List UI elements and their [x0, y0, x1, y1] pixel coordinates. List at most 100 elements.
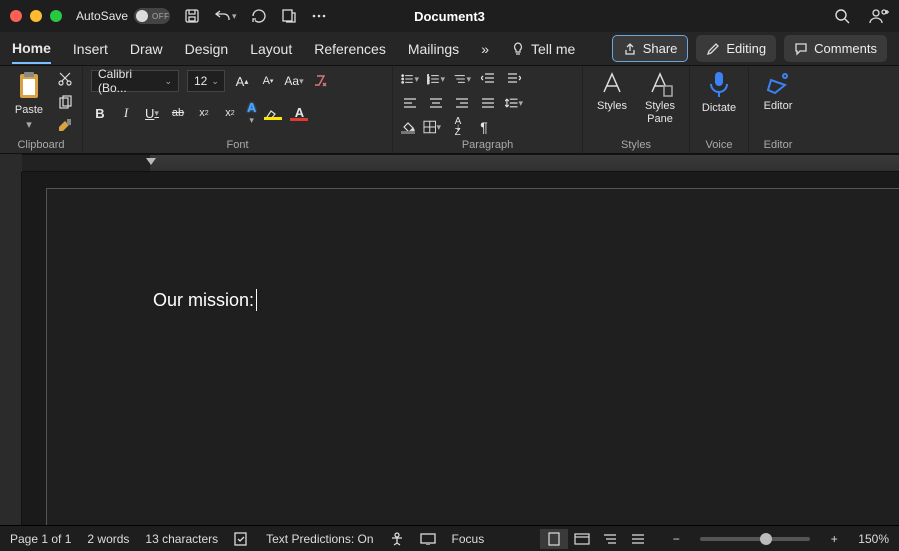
chevron-down-icon: ⌄: [164, 76, 172, 87]
spellcheck-icon[interactable]: [234, 532, 250, 546]
group-label-editor: Editor: [757, 137, 799, 151]
align-justify-icon[interactable]: [479, 94, 497, 112]
page[interactable]: Our mission:: [46, 188, 899, 525]
align-center-icon[interactable]: [427, 94, 445, 112]
text-predictions[interactable]: Text Predictions: On: [266, 532, 373, 546]
share-button[interactable]: Share: [612, 35, 689, 62]
chevron-down-icon: ▾: [26, 119, 32, 132]
page-indicator[interactable]: Page 1 of 1: [10, 532, 71, 546]
tab-design[interactable]: Design: [185, 35, 229, 63]
highlight-button[interactable]: [264, 107, 282, 120]
numbering-icon[interactable]: 123▾: [427, 70, 445, 88]
minimize-window-button[interactable]: [30, 10, 42, 22]
redo-icon[interactable]: [251, 8, 267, 24]
view-mode-buttons: [540, 529, 652, 549]
lightbulb-icon: [511, 42, 525, 56]
word-count[interactable]: 2 words: [87, 532, 129, 546]
indent-decrease-icon[interactable]: [479, 70, 497, 88]
more-icon[interactable]: [311, 8, 327, 24]
copy-icon[interactable]: [56, 94, 74, 112]
format-painter-icon[interactable]: [56, 118, 74, 136]
font-name-select[interactable]: Calibri (Bo...⌄: [91, 70, 179, 92]
window-controls: [10, 10, 62, 22]
font-size-select[interactable]: 12⌄: [187, 70, 225, 92]
strike-button[interactable]: ab: [169, 104, 187, 122]
focus-mode[interactable]: Focus: [452, 532, 485, 546]
char-count[interactable]: 13 characters: [145, 532, 218, 546]
share-people-icon[interactable]: [869, 7, 889, 25]
tab-layout[interactable]: Layout: [250, 35, 292, 63]
close-window-button[interactable]: [10, 10, 22, 22]
search-icon[interactable]: [833, 7, 851, 25]
styles-button[interactable]: Styles: [591, 70, 633, 113]
bullets-icon[interactable]: ▾: [401, 70, 419, 88]
borders-icon[interactable]: ▾: [423, 118, 441, 136]
document-title: Document3: [414, 9, 485, 24]
italic-button[interactable]: I: [117, 104, 135, 122]
editing-mode-button[interactable]: Editing: [696, 35, 776, 62]
editor-button[interactable]: Editor: [757, 70, 799, 113]
tab-references[interactable]: References: [314, 35, 386, 63]
group-label-styles: Styles: [591, 137, 681, 151]
autosave-label: AutoSave: [76, 9, 128, 23]
zoom-window-button[interactable]: [50, 10, 62, 22]
bold-button[interactable]: B: [91, 104, 109, 122]
align-right-icon[interactable]: [453, 94, 471, 112]
grow-font-icon[interactable]: A▴: [233, 72, 251, 90]
paste-button[interactable]: Paste ▾: [8, 70, 50, 131]
zoom-in-button[interactable]: +: [826, 532, 842, 546]
font-size-value: 12: [194, 74, 207, 88]
tab-draw[interactable]: Draw: [130, 35, 163, 63]
font-color-swatch: [290, 118, 308, 121]
change-case-icon[interactable]: Aa▾: [285, 72, 303, 90]
zoom-slider[interactable]: [700, 537, 810, 541]
tab-insert[interactable]: Insert: [73, 35, 108, 63]
tabs-overflow-icon[interactable]: »: [481, 35, 489, 63]
editor-icon: [764, 70, 792, 98]
dictate-button[interactable]: Dictate: [698, 70, 740, 115]
styles-pane-button[interactable]: Styles Pane: [639, 70, 681, 125]
subscript-button[interactable]: x2: [195, 104, 213, 122]
indent-marker-icon[interactable]: [146, 158, 156, 168]
sort-icon[interactable]: AZ↓: [449, 118, 467, 136]
shading-button[interactable]: [401, 121, 415, 134]
pilcrow-icon[interactable]: ¶: [475, 118, 493, 136]
accessibility-icon[interactable]: [390, 532, 404, 546]
font-color-button[interactable]: A: [290, 105, 308, 121]
save-icon[interactable]: [184, 8, 200, 24]
title-bar: AutoSave OFF ▾ Document3: [0, 0, 899, 32]
line-spacing-icon[interactable]: ▾: [505, 94, 523, 112]
undo-icon[interactable]: ▾: [214, 8, 237, 24]
tab-home[interactable]: Home: [12, 34, 51, 64]
styles-pane-label: Styles Pane: [645, 100, 675, 125]
dictate-label: Dictate: [702, 102, 736, 115]
autosave-switch[interactable]: OFF: [134, 8, 170, 24]
share-icon: [623, 42, 637, 56]
multilevel-icon[interactable]: ▾: [453, 70, 471, 88]
align-left-icon[interactable]: [401, 94, 419, 112]
comments-button[interactable]: Comments: [784, 35, 887, 62]
print-layout-view-icon[interactable]: [540, 529, 568, 549]
ruler-vertical[interactable]: [0, 172, 22, 525]
shrink-font-icon[interactable]: A▾: [259, 72, 277, 90]
cut-icon[interactable]: [56, 70, 74, 88]
tell-me[interactable]: Tell me: [511, 35, 575, 63]
draft-view-icon[interactable]: [624, 529, 652, 549]
text-effects-button[interactable]: A▾: [247, 100, 256, 126]
indent-increase-icon[interactable]: [505, 70, 523, 88]
zoom-value[interactable]: 150%: [858, 532, 889, 546]
autosave-toggle[interactable]: AutoSave OFF: [76, 8, 170, 24]
zoom-out-button[interactable]: −: [668, 532, 684, 546]
work-area: Our mission:: [0, 172, 899, 525]
underline-button[interactable]: U▾: [143, 104, 161, 122]
document-body[interactable]: Our mission:: [153, 289, 899, 311]
tab-mailings[interactable]: Mailings: [408, 35, 459, 63]
ruler-horizontal[interactable]: [0, 154, 899, 172]
document-canvas[interactable]: Our mission:: [22, 172, 899, 525]
autosave-state: OFF: [152, 12, 170, 21]
template-icon[interactable]: [281, 8, 297, 24]
outline-view-icon[interactable]: [596, 529, 624, 549]
superscript-button[interactable]: x2: [221, 104, 239, 122]
clear-format-icon[interactable]: [311, 72, 329, 90]
web-layout-view-icon[interactable]: [568, 529, 596, 549]
